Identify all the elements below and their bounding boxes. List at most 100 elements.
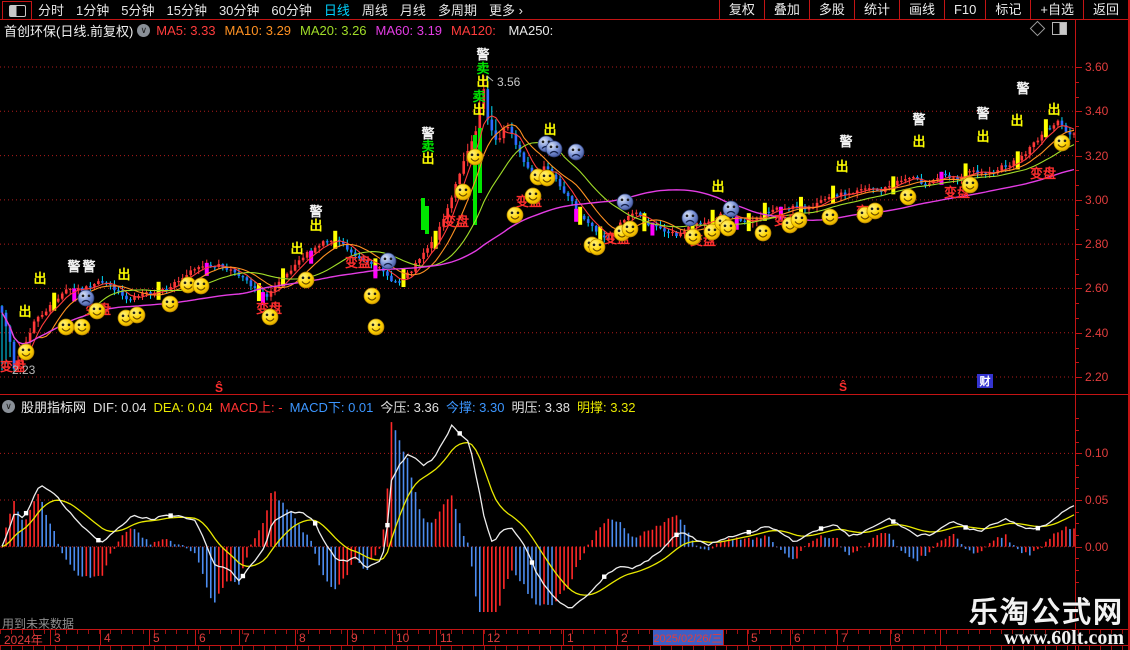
diamond-icon[interactable]: [1029, 20, 1046, 37]
timeline[interactable]: 2024年 3 4 5 6 7 8 9 10 11 12 1 2 5 6 7 8 2025/02/26/三: [0, 630, 1128, 647]
timeline-label[interactable]: 6: [199, 631, 206, 645]
signal-bar-yellow: [1015, 151, 1020, 170]
ma-line-5: [1, 115, 1075, 354]
toolbar-button-返回[interactable]: 返回: [1082, 0, 1128, 19]
chevron-down-icon[interactable]: ∨: [137, 23, 151, 37]
period-tab-1min[interactable]: 1分钟: [76, 0, 109, 19]
period-tab-60min[interactable]: 60分钟: [271, 0, 311, 19]
toolbar-button-画线[interactable]: 画线: [898, 0, 944, 19]
macd-bar: [992, 540, 995, 547]
chart-label: 警: [912, 112, 925, 127]
bottom-ticks: [0, 646, 1128, 650]
smiley-emoji: [454, 183, 472, 201]
period-tab-fenshi[interactable]: 分时: [38, 0, 64, 19]
macd-panel[interactable]: [0, 415, 1076, 616]
window-layout-button[interactable]: [2, 1, 32, 20]
axis-tick: [1076, 523, 1079, 525]
macd-bar: [695, 545, 698, 547]
timeline-label[interactable]: 4: [104, 631, 111, 645]
period-tab-monthly[interactable]: 月线: [400, 0, 426, 19]
axis-tick: [1076, 126, 1079, 128]
indicator-field: 明撑: 3.32: [577, 399, 636, 415]
macd-bar: [61, 546, 64, 554]
period-tab-multi[interactable]: 多周期: [438, 0, 477, 19]
axis-tick: [1076, 111, 1082, 113]
window-layout-icon: [8, 4, 26, 17]
macd-bar: [780, 546, 782, 550]
toolbar-button-+自选[interactable]: +自选: [1030, 0, 1083, 19]
macd-bar: [93, 546, 96, 577]
candle-body: [173, 282, 176, 288]
indicator-field: MACD上: -: [219, 399, 283, 415]
chevron-down-icon[interactable]: ∨: [2, 399, 15, 413]
macd-canvas[interactable]: [0, 415, 1076, 616]
macd-bar: [784, 546, 786, 554]
macd-bar: [310, 540, 312, 547]
macd-bar: [796, 546, 798, 559]
candle-body: [887, 186, 891, 188]
macd-bar: [1033, 546, 1035, 551]
timeline-label[interactable]: 10: [396, 631, 409, 645]
toolbar-button-多股[interactable]: 多股: [808, 0, 854, 19]
candle-body: [394, 281, 397, 283]
candle-body: [1028, 147, 1032, 155]
candle-body: [32, 321, 36, 333]
timeline-label[interactable]: 7: [243, 631, 250, 645]
candle-body: [68, 288, 72, 291]
period-tab-more[interactable]: 更多 ›: [489, 0, 523, 19]
macd-bar: [414, 492, 417, 547]
macd-bar: [892, 539, 895, 547]
chart-label: 2.23: [12, 363, 36, 377]
timeline-label[interactable]: 5: [153, 631, 160, 645]
indicator-values: DIF: 0.04 DEA: 0.04 MACD上: - MACD下: 0.01 今压:…: [93, 397, 643, 416]
dif-marker: [529, 560, 535, 565]
toolbar-button-标记[interactable]: 标记: [985, 0, 1030, 19]
candle-body: [667, 231, 670, 234]
candle-body: [759, 216, 763, 218]
candle-body: [558, 178, 562, 187]
timeline-label[interactable]: 8: [894, 631, 901, 645]
timeline-label[interactable]: 6: [794, 631, 801, 645]
timeline-label[interactable]: 9: [351, 631, 358, 645]
macd-bar: [1037, 546, 1039, 550]
period-tab-5min[interactable]: 5分钟: [121, 0, 154, 19]
period-tab-daily[interactable]: 日线: [324, 0, 350, 19]
macd-bar: [454, 508, 457, 547]
macd-bar: [478, 546, 481, 613]
toolbar-button-统计[interactable]: 统计: [853, 0, 899, 19]
candlestick-canvas[interactable]: 变盘变盘变盘变盘变盘变盘变盘变盘变盘变盘变盘变盘警警警警警警警警警卖卖卖出出出出…: [0, 40, 1076, 395]
toolbar-button-叠加[interactable]: 叠加: [763, 0, 809, 19]
macd-bar: [1069, 529, 1071, 547]
toolbar-button-F10[interactable]: F10: [943, 0, 985, 19]
period-tab-30min[interactable]: 30分钟: [219, 0, 259, 19]
period-tab-weekly[interactable]: 周线: [362, 0, 388, 19]
macd-bar: [912, 546, 915, 559]
macd-bar: [314, 546, 316, 554]
macd-bar: [65, 546, 68, 560]
selected-date[interactable]: 2025/02/26/三: [653, 630, 723, 645]
timeline-label[interactable]: 2: [621, 631, 628, 645]
dif-marker: [96, 538, 101, 543]
macd-bar: [876, 535, 879, 547]
timeline-label[interactable]: 8: [299, 631, 306, 645]
toolbar-button-复权[interactable]: 复权: [718, 0, 764, 19]
main-chart[interactable]: 变盘变盘变盘变盘变盘变盘变盘变盘变盘变盘变盘变盘警警警警警警警警警卖卖卖出出出出…: [0, 40, 1076, 395]
candle-body: [97, 281, 100, 284]
macd-bar: [438, 511, 441, 547]
panel-divider: [0, 394, 1130, 395]
timeline-label[interactable]: 11: [440, 631, 452, 645]
macd-bar: [487, 546, 489, 613]
axis-tick: [1076, 476, 1079, 478]
timeline-label[interactable]: 3: [54, 631, 61, 645]
period-tab-15min[interactable]: 15分钟: [166, 0, 206, 19]
split-window-icon[interactable]: [1052, 22, 1067, 35]
timeline-label[interactable]: 7: [841, 631, 848, 645]
timeline-label[interactable]: 12: [487, 631, 500, 645]
indicator-header: ∨ 股朋指标网 DIF: 0.04 DEA: 0.04 MACD上: - MACD下:…: [2, 397, 643, 416]
timeline-label[interactable]: 1: [567, 631, 574, 645]
macd-bar: [948, 536, 951, 547]
timeline-label[interactable]: 5: [751, 631, 758, 645]
chart-label: 出: [18, 304, 31, 319]
macd-bar: [121, 535, 124, 547]
timeline-separator: [790, 630, 791, 645]
